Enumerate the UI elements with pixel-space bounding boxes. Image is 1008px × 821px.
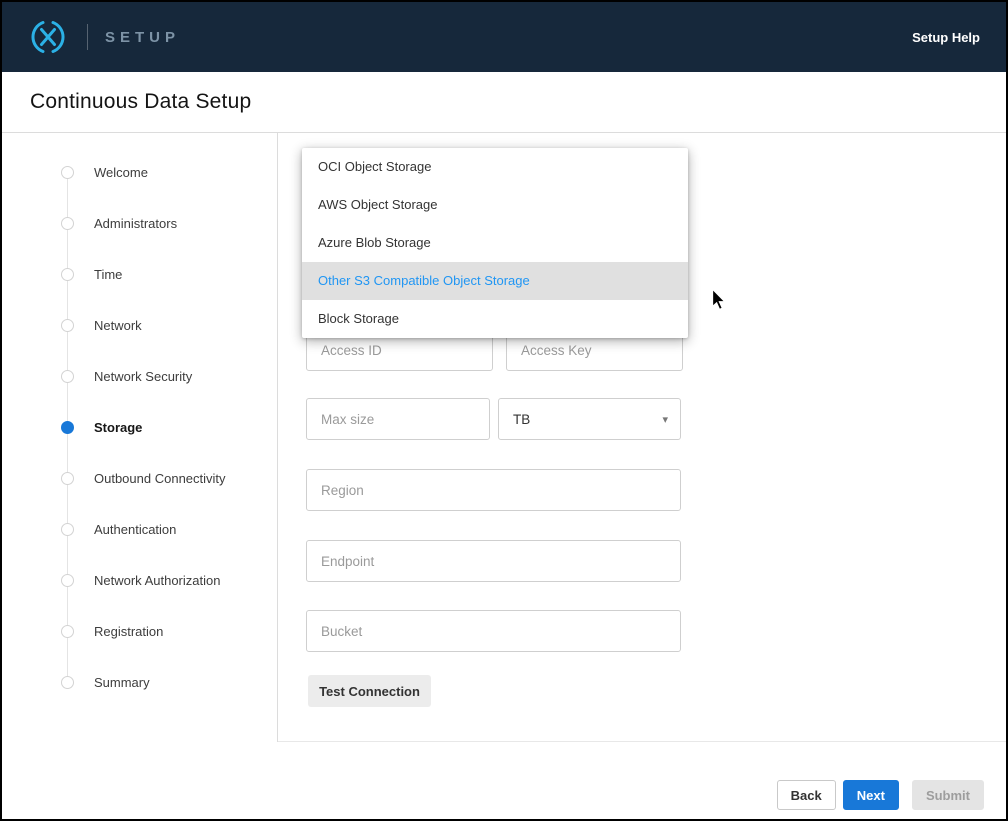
sidebar-item-registration[interactable]: Registration [2, 606, 277, 657]
size-unit-value: TB [513, 412, 530, 427]
bucket-row [306, 610, 681, 652]
max-size-input[interactable] [306, 398, 490, 440]
chevron-down-icon: ▾ [662, 413, 668, 426]
wizard-footer: Back Next Submit [2, 742, 1006, 821]
sidebar-item-network[interactable]: Network [2, 300, 277, 351]
size-row: TB ▾ [306, 398, 681, 440]
sidebar-item-network-security[interactable]: Network Security [2, 351, 277, 402]
step-circle [61, 472, 74, 485]
dropdown-option-other-s3[interactable]: Other S3 Compatible Object Storage [302, 262, 688, 300]
sidebar-item-network-authorization[interactable]: Network Authorization [2, 555, 277, 606]
dropdown-option-azure[interactable]: Azure Blob Storage [302, 224, 688, 262]
brand-setup-label: SETUP [105, 29, 180, 46]
endpoint-row [306, 540, 681, 582]
topbar: SETUP Setup Help [2, 2, 1006, 72]
setup-stepper: Welcome Administrators Time Network Netw… [2, 133, 278, 742]
setup-window: SETUP Setup Help Continuous Data Setup W… [0, 0, 1008, 821]
region-input[interactable] [306, 469, 681, 511]
sidebar-item-summary[interactable]: Summary [2, 657, 277, 708]
sidebar-item-administrators[interactable]: Administrators [2, 198, 277, 249]
setup-help-link[interactable]: Setup Help [912, 30, 980, 45]
step-circle [61, 625, 74, 638]
sidebar-item-authentication[interactable]: Authentication [2, 504, 277, 555]
page-title: Continuous Data Setup [30, 90, 251, 114]
sidebar-item-outbound-connectivity[interactable]: Outbound Connectivity [2, 453, 277, 504]
step-circle [61, 268, 74, 281]
back-button[interactable]: Back [777, 780, 836, 810]
step-circle [61, 370, 74, 383]
endpoint-input[interactable] [306, 540, 681, 582]
size-unit-select[interactable]: TB ▾ [498, 398, 681, 440]
step-circle-active [61, 421, 74, 434]
dropdown-option-aws[interactable]: AWS Object Storage [302, 186, 688, 224]
content-area: Welcome Administrators Time Network Netw… [2, 133, 1006, 742]
dropdown-option-block[interactable]: Block Storage [302, 300, 688, 338]
step-circle [61, 166, 74, 179]
step-circle [61, 319, 74, 332]
storage-form: OCI Object Storage AWS Object Storage Az… [278, 133, 1006, 742]
next-button[interactable]: Next [843, 780, 899, 810]
step-circle [61, 574, 74, 587]
sidebar-item-storage[interactable]: Storage [2, 402, 277, 453]
sidebar-item-time[interactable]: Time [2, 249, 277, 300]
dropdown-option-oci[interactable]: OCI Object Storage [302, 148, 688, 186]
bucket-input[interactable] [306, 610, 681, 652]
delphix-logo-icon [28, 17, 68, 57]
step-circle [61, 523, 74, 536]
region-row [306, 469, 681, 511]
sidebar-item-welcome[interactable]: Welcome [2, 147, 277, 198]
test-connection-button[interactable]: Test Connection [308, 675, 431, 707]
topbar-divider [87, 24, 88, 50]
step-circle [61, 676, 74, 689]
step-circle [61, 217, 74, 230]
storage-type-dropdown-menu: OCI Object Storage AWS Object Storage Az… [302, 148, 688, 338]
page-header: Continuous Data Setup [2, 72, 1006, 133]
submit-button: Submit [912, 780, 984, 810]
